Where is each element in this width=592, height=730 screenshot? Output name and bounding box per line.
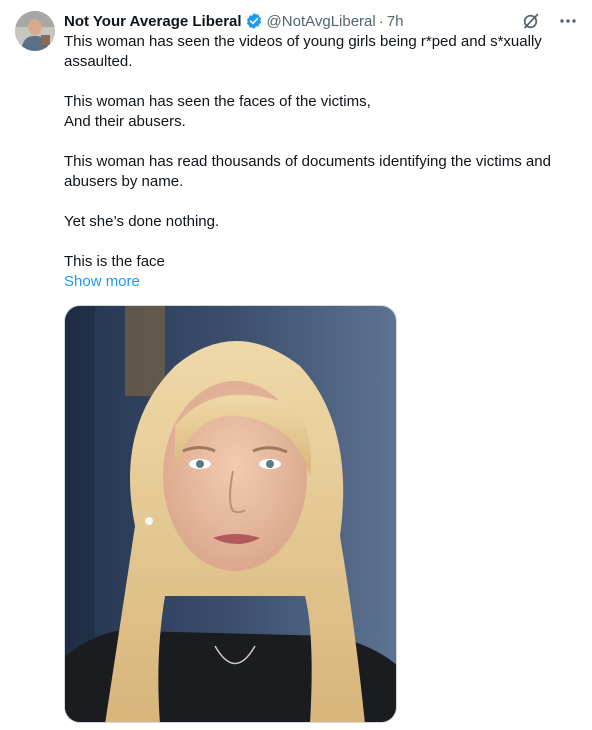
show-more-link[interactable]: Show more [64, 272, 140, 292]
tweet-photo[interactable] [64, 305, 397, 723]
tweet-paragraph: Yet she’s done nothing. [64, 213, 220, 230]
grok-icon[interactable] [521, 11, 541, 31]
author-handle[interactable]: @NotAvgLiberal [267, 13, 376, 30]
timestamp[interactable]: 7h [387, 13, 404, 30]
portrait-image [65, 306, 396, 722]
tweet-header: Not Your Average Liberal @NotAvgLiberal … [64, 10, 578, 32]
avatar-image [15, 11, 55, 51]
tweet-card[interactable]: Not Your Average Liberal @NotAvgLiberal … [0, 0, 592, 730]
more-options-icon[interactable] [558, 11, 578, 31]
header-separator: · [378, 12, 384, 30]
tweet-text: This woman has seen the videos of young … [64, 32, 580, 272]
tweet-paragraph: This is the face [64, 253, 165, 270]
tweet-paragraph: This woman has seen the videos of young … [64, 33, 542, 70]
author-name[interactable]: Not Your Average Liberal [64, 13, 242, 30]
tweet-paragraph: This woman has seen the faces of the vic… [64, 93, 371, 130]
avatar[interactable] [15, 11, 55, 51]
verified-badge-icon [245, 12, 263, 30]
tweet-paragraph: This woman has read thousands of documen… [64, 153, 551, 190]
